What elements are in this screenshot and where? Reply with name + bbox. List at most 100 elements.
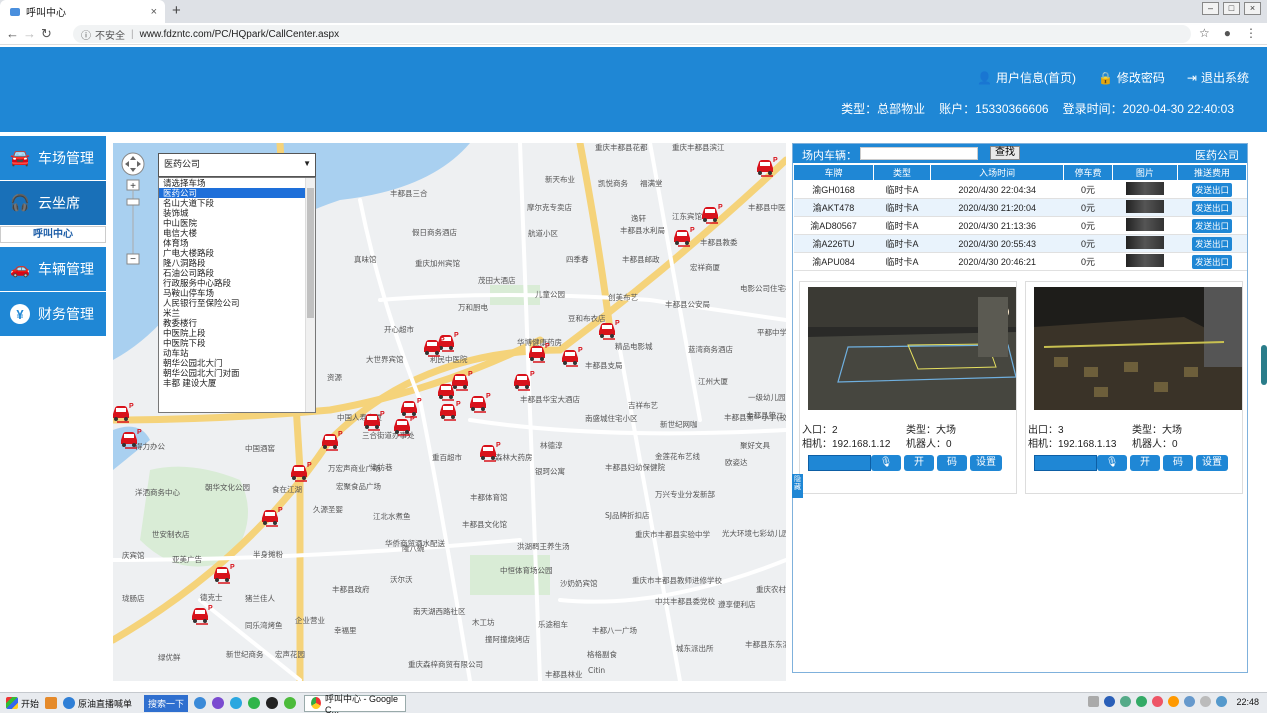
send-exit-button[interactable]: 发送出口	[1192, 254, 1233, 269]
tab-close-icon[interactable]: ×	[151, 6, 157, 18]
profile-icon[interactable]: ●	[1224, 26, 1231, 40]
parking-marker-icon[interactable]: P	[262, 507, 283, 527]
sidebar-item-cloud-seat[interactable]: 🎧 云坐席	[0, 181, 106, 225]
maximize-button[interactable]: □	[1223, 2, 1240, 15]
reload-icon[interactable]: ↻	[38, 26, 55, 42]
send-exit-button[interactable]: 发送出口	[1192, 236, 1233, 251]
url-field[interactable]: ⓘ 不安全 | www.fdzntc.com/PC/HQpark/CallCen…	[73, 25, 1191, 43]
options-scrollbar[interactable]	[305, 178, 315, 412]
shield-icon[interactable]	[1136, 696, 1148, 707]
lot-option[interactable]: 马鞍山停车场	[159, 288, 305, 298]
menu-icon[interactable]: ⋮	[1245, 26, 1257, 40]
exit-settings-button[interactable]: 设置	[1196, 455, 1228, 471]
lot-option[interactable]: 请选择车场	[159, 178, 305, 188]
lot-option[interactable]: 动车站	[159, 348, 305, 358]
vehicle-photo-thumbnail[interactable]	[1125, 200, 1164, 213]
vehicle-photo-thumbnail[interactable]	[1125, 218, 1164, 231]
send-exit-button[interactable]: 发送出口	[1192, 182, 1233, 197]
lot-option[interactable]: 朝华公园北大门	[159, 358, 305, 368]
browser-tab[interactable]: 呼叫中心 ×	[0, 0, 165, 23]
ie-quick-icon[interactable]	[194, 697, 207, 709]
taskbar-app-icon[interactable]	[45, 697, 58, 709]
table-row[interactable]: 渝GH0168 临时卡A 2020/4/30 22:04:34 0元 发送出口	[793, 180, 1247, 199]
lot-option[interactable]: 装饰城	[159, 208, 305, 218]
sidebar-item-parking[interactable]: 🚘 车场管理	[0, 136, 106, 180]
entry-open-button[interactable]: 开	[904, 455, 934, 471]
parking-marker-icon[interactable]: P	[401, 398, 422, 418]
table-row[interactable]: 渝APU084 临时卡A 2020/4/30 20:46:21 0元 发送出口	[793, 252, 1247, 271]
taskbar-active-window[interactable]: 呼叫中心 - Google C...	[304, 694, 407, 715]
entry-call-button[interactable]: 🎙	[871, 455, 901, 471]
sidebar-item-finance[interactable]: ¥ 财务管理	[0, 292, 106, 336]
keyboard-icon[interactable]	[1088, 696, 1100, 707]
help-icon[interactable]	[1104, 696, 1116, 707]
lot-option[interactable]: 体育场	[159, 238, 305, 248]
lot-option[interactable]: 丰都 建设大厦	[159, 378, 305, 388]
hide-panel-button[interactable]: 隐藏	[792, 474, 803, 498]
parking-marker-icon[interactable]: P	[322, 431, 343, 451]
exit-open-button[interactable]: 开	[1130, 455, 1160, 471]
page-scrollbar[interactable]	[1261, 345, 1267, 385]
ime-icon[interactable]	[1216, 696, 1228, 707]
user-info-link[interactable]: 👤 用户信息(首页)	[977, 69, 1076, 86]
lot-option[interactable]: 中山医院	[159, 218, 305, 228]
back-icon[interactable]: ←	[4, 26, 21, 41]
network-icon[interactable]	[1184, 696, 1196, 707]
exit-call-button[interactable]: 🎙	[1097, 455, 1127, 471]
volume-icon[interactable]	[1200, 696, 1212, 707]
lot-option[interactable]: 石油公司路段	[159, 268, 305, 278]
close-window-button[interactable]: ×	[1244, 2, 1261, 15]
minimize-button[interactable]: –	[1202, 2, 1219, 15]
sidebar-item-vehicles[interactable]: 🚗 车辆管理	[0, 247, 106, 291]
lot-option[interactable]: 医药公司	[159, 188, 305, 198]
change-password-link[interactable]: 🔒 修改密码	[1098, 69, 1165, 86]
start-button[interactable]: 开始	[6, 697, 39, 710]
bookmark-star-icon[interactable]: ☆	[1199, 26, 1210, 40]
parking-marker-icon[interactable]: P	[440, 401, 461, 421]
parking-marker-icon[interactable]: P	[562, 347, 583, 367]
parking-marker-icon[interactable]: P	[702, 204, 723, 224]
security-icon[interactable]	[1152, 696, 1164, 707]
lot-option[interactable]: 米兰	[159, 308, 305, 318]
lot-option[interactable]: 行政服务中心路段	[159, 278, 305, 288]
parking-marker-icon[interactable]: P	[214, 564, 235, 584]
green-app-icon[interactable]	[284, 697, 297, 709]
parking-marker-icon[interactable]: P	[192, 605, 213, 625]
parking-marker-icon[interactable]: P	[113, 403, 134, 423]
parking-marker-icon[interactable]: P	[514, 371, 535, 391]
media-icon[interactable]	[212, 697, 225, 709]
search-button[interactable]: 查找	[990, 146, 1020, 160]
parking-marker-icon[interactable]: P	[674, 227, 695, 247]
send-exit-button[interactable]: 发送出口	[1192, 218, 1233, 233]
lot-option[interactable]: 电信大楼	[159, 228, 305, 238]
entry-plate-display[interactable]	[808, 455, 871, 471]
qq-icon[interactable]	[266, 697, 279, 709]
lot-option[interactable]: 广电大楼路段	[159, 248, 305, 258]
taskbar-ie-item[interactable]: 原油直播喊单	[63, 697, 132, 710]
entry-code-button[interactable]: 码	[937, 455, 967, 471]
lot-option[interactable]: 中医院下段	[159, 338, 305, 348]
send-exit-button[interactable]: 发送出口	[1192, 200, 1233, 215]
vehicle-photo-thumbnail[interactable]	[1125, 182, 1164, 195]
vehicle-photo-thumbnail[interactable]	[1125, 236, 1164, 249]
tray-app-icon[interactable]	[1120, 696, 1132, 707]
vehicle-photo-thumbnail[interactable]	[1125, 254, 1164, 267]
parking-marker-icon[interactable]: P	[438, 381, 459, 401]
info-icon[interactable]: ⓘ	[81, 27, 91, 42]
parking-marker-icon[interactable]: P	[757, 157, 778, 177]
table-row[interactable]: 渝A226TU 临时卡A 2020/4/30 20:55:43 0元 发送出口	[793, 234, 1247, 253]
lot-option[interactable]: 名山大道下段	[159, 198, 305, 208]
plate-search-input[interactable]	[860, 147, 978, 160]
table-row[interactable]: 渝AD80567 临时卡A 2020/4/30 21:13:36 0元 发送出口	[793, 216, 1247, 235]
entry-settings-button[interactable]: 设置	[970, 455, 1002, 471]
lot-option[interactable]: 教委楼行	[159, 318, 305, 328]
exit-code-button[interactable]: 码	[1163, 455, 1193, 471]
browser-icon[interactable]	[230, 697, 243, 709]
forward-icon[interactable]: →	[21, 26, 38, 41]
lot-option[interactable]: 隆八洞路段	[159, 258, 305, 268]
parking-marker-icon[interactable]: P	[291, 462, 312, 482]
lot-option[interactable]: 人民银行至保险公司	[159, 298, 305, 308]
parking-lot-select[interactable]: 医药公司 ▼	[158, 153, 316, 177]
table-row[interactable]: 渝AKT478 临时卡A 2020/4/30 21:20:04 0元 发送出口	[793, 198, 1247, 217]
play-icon[interactable]	[248, 697, 261, 709]
